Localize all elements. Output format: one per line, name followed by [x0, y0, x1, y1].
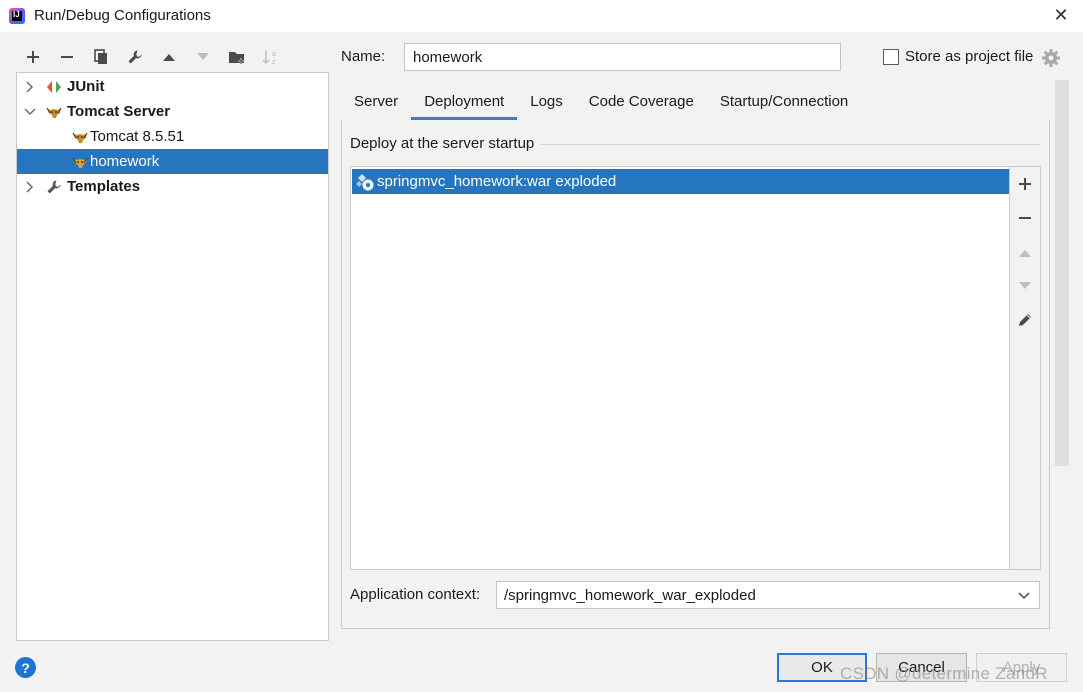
app-context-value: /springmvc_homework_war_exploded — [504, 586, 756, 604]
store-label: Store as project file — [905, 48, 1034, 65]
junit-icon — [45, 78, 63, 96]
ok-button[interactable]: OK — [777, 653, 867, 682]
deployment-side-toolbar — [1010, 166, 1041, 570]
tree-item-label: Tomcat 8.5.51 — [90, 128, 185, 145]
move-up-icon[interactable] — [1014, 242, 1036, 264]
move-down-icon[interactable] — [1014, 275, 1036, 297]
gear-icon[interactable] — [1041, 48, 1061, 68]
tomcat-icon — [71, 153, 89, 171]
section-divider — [540, 144, 1040, 145]
list-item[interactable]: springmvc_homework:war exploded — [352, 169, 1009, 194]
svg-text:z: z — [272, 59, 276, 66]
remove-icon[interactable] — [50, 43, 84, 71]
scrollbar[interactable] — [1055, 80, 1069, 466]
config-tabs: Server Deployment Logs Code Coverage Sta… — [341, 82, 861, 120]
configurations-toolbar: az — [16, 42, 288, 72]
title-bar: IJ Run/Debug Configurations ✕ — [0, 0, 1083, 32]
deployment-list[interactable]: springmvc_homework:war exploded — [350, 166, 1010, 570]
store-as-project-file[interactable]: Store as project file — [883, 48, 1033, 65]
window-title: Run/Debug Configurations — [34, 7, 211, 24]
tree-item-homework[interactable]: homework — [17, 149, 328, 174]
tree-item-label: JUnit — [67, 78, 105, 95]
chevron-right-icon[interactable] — [23, 80, 37, 94]
section-title: Deploy at the server startup — [350, 135, 541, 152]
add-icon[interactable] — [1014, 173, 1036, 195]
intellij-logo-icon: IJ — [9, 8, 25, 24]
tree-item-junit[interactable]: JUnit — [17, 74, 328, 99]
name-input[interactable] — [404, 43, 841, 71]
tab-logs[interactable]: Logs — [517, 82, 576, 120]
tree-item-tomcat-server[interactable]: Tomcat Server — [17, 99, 328, 124]
tree-item-label: homework — [90, 153, 160, 170]
wrench-icon — [45, 178, 63, 196]
store-checkbox[interactable] — [883, 48, 899, 65]
edit-icon[interactable] — [1014, 309, 1036, 331]
chevron-down-icon[interactable] — [1017, 588, 1031, 602]
tree-item-label: Templates — [67, 178, 141, 195]
configurations-tree: JUnit Tomcat Server Tomcat 8.5.51 homewo… — [16, 72, 329, 641]
new-folder-icon[interactable] — [220, 43, 254, 71]
tab-deployment[interactable]: Deployment — [411, 82, 518, 120]
app-context-combo[interactable]: /springmvc_homework_war_exploded — [496, 581, 1040, 609]
tomcat-icon — [45, 103, 63, 121]
remove-icon[interactable] — [1014, 207, 1036, 229]
sort-icon[interactable]: az — [254, 43, 288, 71]
copy-icon[interactable] — [84, 43, 118, 71]
tree-item-tomcat-8-5-51[interactable]: Tomcat 8.5.51 — [17, 124, 328, 149]
tab-startup-connection[interactable]: Startup/Connection — [707, 82, 861, 120]
tab-server[interactable]: Server — [341, 82, 411, 120]
tree-item-templates[interactable]: Templates — [17, 174, 328, 199]
help-icon[interactable]: ? — [15, 657, 36, 678]
name-label: Name: — [341, 48, 386, 65]
tomcat-icon — [71, 128, 89, 146]
close-button[interactable]: ✕ — [1049, 3, 1073, 27]
svg-text:a: a — [272, 51, 276, 58]
list-item-label: springmvc_homework:war exploded — [377, 173, 617, 190]
chevron-down-icon[interactable] — [23, 105, 37, 119]
tab-code-coverage[interactable]: Code Coverage — [576, 82, 707, 120]
artifact-icon — [354, 171, 376, 193]
apply-button[interactable]: Apply — [976, 653, 1067, 682]
move-up-icon[interactable] — [152, 43, 186, 71]
tree-item-label: Tomcat Server — [67, 103, 171, 120]
cancel-button[interactable]: Cancel — [876, 653, 967, 682]
chevron-right-icon[interactable] — [23, 180, 37, 194]
wrench-icon[interactable] — [118, 43, 152, 71]
move-down-icon[interactable] — [186, 43, 220, 71]
app-context-label: Application context: — [350, 586, 481, 603]
add-icon[interactable] — [16, 43, 50, 71]
